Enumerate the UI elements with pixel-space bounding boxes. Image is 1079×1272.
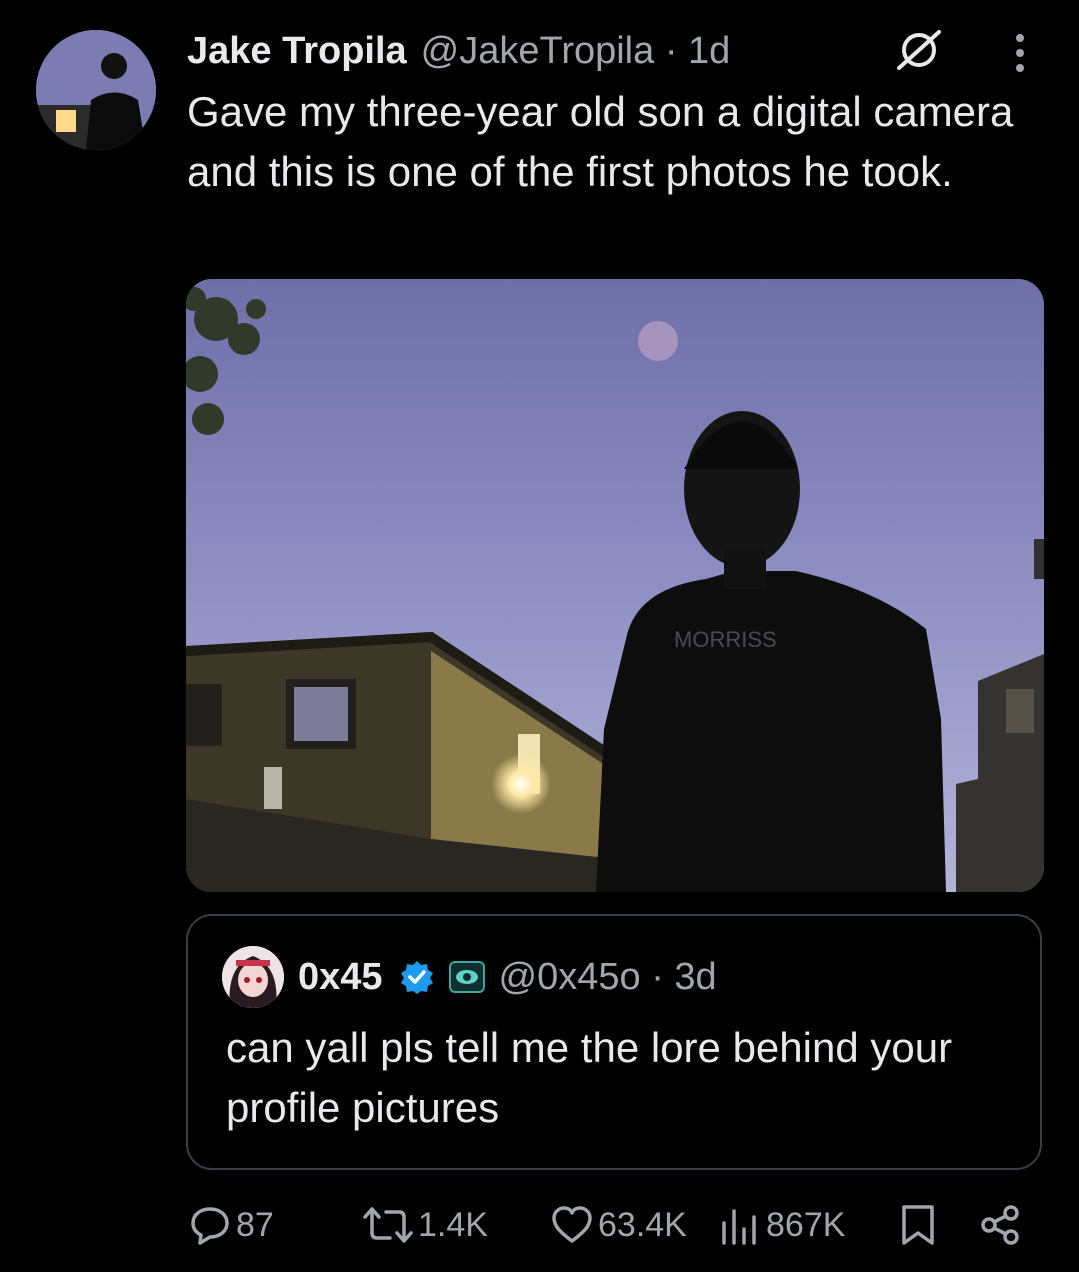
quoted-tweet-card[interactable]: 0x45 @0x45o · 3d can yall pls tell me th… — [186, 914, 1042, 1170]
quoted-tweet-text: can yall pls tell me the lore behind you… — [226, 1024, 953, 1131]
repost-count: 1.4K — [418, 1205, 488, 1244]
reply-icon — [191, 1207, 229, 1245]
heart-icon — [552, 1206, 592, 1243]
shirt-print-text: MORRISS — [674, 627, 777, 652]
reply-button[interactable]: 87 — [188, 1200, 274, 1250]
share-icon — [981, 1205, 1019, 1245]
tweet-media-photo[interactable]: MORRISS — [186, 279, 1044, 892]
reply-count: 87 — [236, 1205, 274, 1244]
quoted-author-handle-time[interactable]: @0x45o · 3d — [499, 956, 717, 999]
author-name[interactable]: Jake Tropila — [187, 30, 407, 73]
quoted-author-avatar[interactable] — [222, 946, 284, 1008]
bookmark-button[interactable] — [898, 1200, 942, 1250]
author-avatar[interactable] — [36, 30, 156, 150]
views-count: 867K — [766, 1205, 846, 1244]
affiliate-badge-icon — [448, 961, 485, 993]
like-button[interactable]: 63.4K — [550, 1200, 687, 1250]
more-options-icon[interactable] — [1008, 32, 1032, 76]
author-handle-time[interactable]: @JakeTropila · 1d — [421, 30, 731, 73]
views-icon — [722, 1209, 756, 1245]
repost-icon — [363, 1207, 413, 1243]
quoted-author-name[interactable]: 0x45 — [298, 956, 383, 999]
share-button[interactable] — [978, 1200, 1026, 1250]
repost-button[interactable]: 1.4K — [362, 1200, 488, 1250]
bookmark-icon — [902, 1205, 934, 1245]
verified-badge-icon — [400, 961, 433, 994]
like-count: 63.4K — [598, 1205, 687, 1244]
tweet-header: Jake Tropila @JakeTropila · 1d — [187, 26, 730, 76]
views-button[interactable]: 867K — [718, 1200, 845, 1250]
quoted-tweet-header: 0x45 @0x45o · 3d — [298, 952, 717, 1002]
grok-icon[interactable] — [893, 28, 945, 72]
tweet-text: Gave my three-year old son a digital cam… — [187, 88, 1014, 195]
